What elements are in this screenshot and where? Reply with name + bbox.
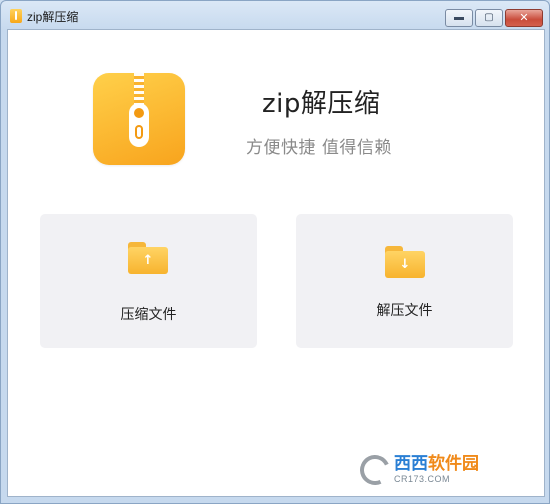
- folder-upload-icon: ↑: [128, 242, 168, 274]
- watermark-domain: CR173.COM: [394, 474, 451, 484]
- zip-logo-icon: [93, 73, 185, 165]
- window-title: zip解压缩: [27, 10, 79, 24]
- folder-download-icon: ↓: [385, 246, 425, 278]
- watermark-brand-b: 软件园: [428, 454, 479, 474]
- zipper-pull-slot: [135, 125, 143, 139]
- app-title: zip解压缩: [262, 89, 381, 119]
- watermark-brand: 西西软件园: [394, 456, 479, 473]
- close-button[interactable]: ✕: [505, 9, 543, 27]
- upload-arrow-icon: ↑: [142, 253, 154, 268]
- watermark-brand-a: 西西: [394, 454, 428, 474]
- title-bar[interactable]: zip解压缩 ▬ ▢ ✕: [1, 1, 549, 29]
- main-content: zip解压缩 方便快捷 值得信赖 ↑ 压缩文件 ↓ 解压文件: [7, 29, 545, 497]
- app-slogan: 方便快捷 值得信赖: [246, 138, 392, 158]
- watermark: 西西软件园 CR173.COM: [355, 450, 479, 490]
- extract-files-button[interactable]: ↓ 解压文件: [296, 214, 513, 348]
- extract-files-label: 解压文件: [376, 303, 433, 319]
- compress-files-label: 压缩文件: [120, 307, 177, 323]
- window-controls: ▬ ▢ ✕: [445, 9, 543, 27]
- app-window: zip解压缩 ▬ ▢ ✕ zip解压缩 方便快捷 值得信赖 ↑ 压缩文件 ↓ 解…: [0, 0, 550, 504]
- maximize-button[interactable]: ▢: [475, 9, 503, 27]
- zipper-pull-hole: [134, 108, 144, 118]
- download-arrow-icon: ↓: [399, 257, 411, 272]
- watermark-logo-icon: [355, 450, 395, 490]
- watermark-text: 西西软件园 CR173.COM: [394, 456, 479, 484]
- zip-app-icon: [10, 9, 22, 23]
- minimize-button[interactable]: ▬: [445, 9, 473, 27]
- compress-files-button[interactable]: ↑ 压缩文件: [40, 214, 257, 348]
- zipper-pull: [129, 103, 149, 147]
